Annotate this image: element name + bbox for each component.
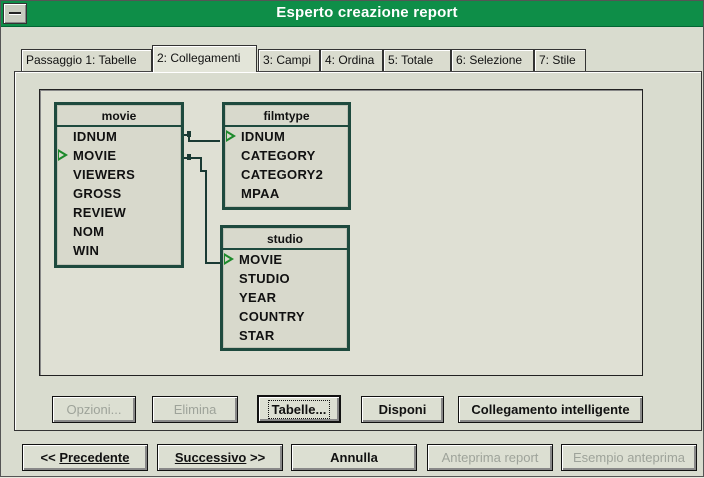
tab-totale[interactable]: 5: Totale [383,49,451,71]
field-studio-movie[interactable]: MOVIE [223,250,347,269]
tab-campi[interactable]: 3: Campi [258,49,320,71]
anteprima-report-button[interactable]: Anteprima report [427,444,553,471]
title-bar: Esperto creazione report [1,1,703,27]
table-studio-title: studio [223,228,347,250]
field-filmtype-category[interactable]: CATEGORY [225,146,348,165]
elimina-button[interactable]: Elimina [152,396,238,423]
table-filmtype[interactable]: filmtype IDNUM CATEGORY CATEGORY2 MPAA [222,102,351,210]
field-studio-country[interactable]: COUNTRY [223,307,347,326]
table-movie-title: movie [57,105,181,127]
tab-collegamenti[interactable]: 2: Collegamenti [152,45,257,72]
esempio-anteprima-button[interactable]: Esempio anteprima [561,444,697,471]
table-filmtype-title: filmtype [225,105,348,127]
tab-stile[interactable]: 7: Stile [534,49,586,71]
successivo-button[interactable]: Successivo >> [157,444,283,471]
report-wizard-window: Esperto creazione report Passaggio 1: Ta… [0,0,704,477]
precedente-button[interactable]: << Precedente [22,444,148,471]
field-filmtype-category2[interactable]: CATEGORY2 [225,165,348,184]
field-movie-gross[interactable]: GROSS [57,184,181,203]
link-key-icon [224,253,234,265]
table-movie[interactable]: movie IDNUM MOVIE VIEWERS GROSS REVIEW N… [54,102,184,268]
field-movie-viewers[interactable]: VIEWERS [57,165,181,184]
window-title: Esperto creazione report [276,4,458,21]
field-studio-studio[interactable]: STUDIO [223,269,347,288]
tab-selezione[interactable]: 6: Selezione [451,49,534,71]
field-filmtype-idnum[interactable]: IDNUM [225,127,348,146]
tab-tabelle[interactable]: Passaggio 1: Tabelle [21,49,152,71]
link-key-icon [58,149,68,161]
field-filmtype-mpaa[interactable]: MPAA [225,184,348,203]
field-studio-year[interactable]: YEAR [223,288,347,307]
annulla-button[interactable]: Annulla [291,444,417,471]
system-menu-icon[interactable] [3,3,27,24]
field-movie-review[interactable]: REVIEW [57,203,181,222]
disponi-button[interactable]: Disponi [361,396,444,423]
table-studio[interactable]: studio MOVIE STUDIO YEAR COUNTRY STAR [220,225,350,351]
field-movie-movie[interactable]: MOVIE [57,146,181,165]
field-movie-idnum[interactable]: IDNUM [57,127,181,146]
field-movie-win[interactable]: WIN [57,241,181,260]
tabelle-button[interactable]: Tabelle... [257,395,341,423]
tab-ordina[interactable]: 4: Ordina [320,49,383,71]
opzioni-button[interactable]: Opzioni... [52,396,136,423]
link-key-icon [226,130,236,142]
field-movie-nom[interactable]: NOM [57,222,181,241]
collegamento-intelligente-button[interactable]: Collegamento intelligente [458,396,643,423]
field-studio-star[interactable]: STAR [223,326,347,345]
